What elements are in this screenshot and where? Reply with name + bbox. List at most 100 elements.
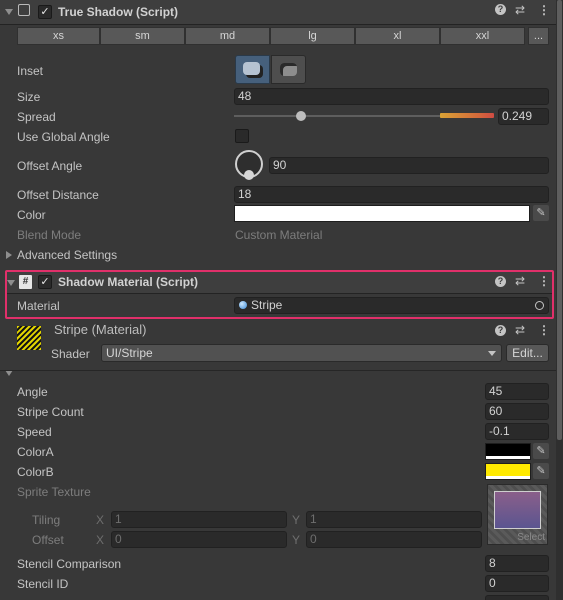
dropdown-arrow-icon (488, 351, 496, 356)
material-object-field[interactable]: Stripe (234, 297, 549, 314)
colorA-swatch[interactable] (485, 443, 531, 460)
speed-label: Speed (17, 425, 52, 439)
blend-mode-label: Blend Mode (17, 228, 82, 242)
preset-icon[interactable]: ⇄ (515, 274, 525, 288)
blend-mode-value: Custom Material (235, 228, 323, 242)
material-preview-thumbnail (17, 326, 41, 350)
material-sphere-icon (239, 301, 247, 309)
tiling-y-label: Y (292, 513, 301, 527)
use-global-angle-checkbox[interactable] (235, 129, 249, 143)
spread-label: Spread (17, 110, 56, 124)
help-icon[interactable]: ? (495, 325, 506, 336)
texture-select-button[interactable]: Select (517, 532, 545, 543)
texture-preview-icon (494, 491, 541, 529)
preset-icon[interactable]: ⇄ (515, 323, 525, 337)
context-menu-icon[interactable]: ⋮ (538, 274, 550, 288)
preset-md-button[interactable]: md (185, 27, 270, 45)
shader-label: Shader (51, 347, 90, 361)
offset-y-field[interactable]: 0 (306, 531, 482, 548)
stencil-id-label: Stencil ID (17, 577, 69, 591)
offset-y-label: Y (292, 533, 301, 547)
color-label: Color (17, 208, 46, 222)
eyedropper-icon[interactable]: ✎ (533, 205, 549, 221)
eyedropper-icon[interactable]: ✎ (533, 443, 549, 459)
size-label: Size (17, 90, 41, 104)
material-value: Stripe (251, 298, 283, 312)
angle-field[interactable]: 45 (485, 383, 549, 400)
stripe-count-label: Stripe Count (17, 405, 84, 419)
help-icon[interactable]: ? (495, 4, 506, 15)
inset-off-toggle[interactable] (235, 55, 270, 84)
shadow-material-enabled-checkbox[interactable]: ✓ (38, 275, 52, 289)
stripe-count-field[interactable]: 60 (485, 403, 549, 420)
context-menu-icon[interactable]: ⋮ (538, 3, 550, 17)
spread-field[interactable]: 0.249 (498, 108, 549, 125)
preset-xs-button[interactable]: xs (17, 27, 100, 45)
foldout-arrow-icon[interactable] (5, 9, 13, 15)
alpha-bar (486, 456, 530, 459)
spread-slider-overflow-bar (440, 113, 494, 118)
sprite-texture-slot[interactable]: Select (487, 484, 548, 545)
tiling-label: Tiling (32, 513, 61, 527)
spread-slider-handle[interactable] (296, 111, 306, 121)
foldout-arrow-icon[interactable] (7, 280, 15, 286)
offset-angle-label: Offset Angle (17, 159, 83, 173)
angle-dial-knob-icon (244, 170, 254, 180)
colorB-swatch[interactable] (485, 463, 531, 480)
size-field[interactable]: 48 (234, 88, 549, 105)
true-shadow-enabled-checkbox[interactable]: ✓ (38, 5, 52, 19)
material-label: Material (17, 299, 60, 313)
offset-x-label: X (96, 533, 105, 547)
color-swatch[interactable] (234, 205, 530, 222)
advanced-settings-arrow-icon[interactable] (6, 251, 12, 259)
shader-value: UI/Stripe (106, 346, 153, 360)
colorA-label: ColorA (17, 445, 54, 459)
offset-label: Offset (32, 533, 64, 547)
tiling-y-field[interactable]: 1 (306, 511, 482, 528)
edit-shader-button[interactable]: Edit... (506, 344, 549, 362)
outer-shadow-icon (243, 62, 260, 75)
context-menu-icon[interactable]: ⋮ (538, 323, 550, 337)
offset-distance-label: Offset Distance (17, 188, 99, 202)
inset-on-toggle[interactable] (271, 55, 306, 84)
preset-sm-button[interactable]: sm (100, 27, 185, 45)
tiling-x-field[interactable]: 1 (111, 511, 287, 528)
stencil-id-field[interactable]: 0 (485, 575, 549, 592)
object-picker-icon[interactable] (535, 301, 544, 310)
tiling-x-label: X (96, 513, 105, 527)
offset-x-field[interactable]: 0 (111, 531, 287, 548)
angle-dial[interactable] (235, 150, 263, 180)
next-field-partial[interactable] (485, 595, 549, 600)
colorB-label: ColorB (17, 465, 54, 479)
material-title: Stripe (Material) (54, 322, 147, 337)
preset-xl-button[interactable]: xl (355, 27, 440, 45)
advanced-settings-foldout[interactable]: Advanced Settings (17, 248, 117, 262)
scrollbar-thumb[interactable] (557, 0, 562, 440)
inspector-scrollbar[interactable] (556, 0, 563, 600)
offset-distance-field[interactable]: 18 (234, 186, 549, 203)
divider (0, 370, 556, 371)
shadow-material-header[interactable]: # ✓ Shadow Material (Script) ? ⇄ ⋮ (7, 272, 552, 294)
alpha-bar (486, 476, 530, 479)
use-global-angle-label: Use Global Angle (17, 130, 110, 144)
stencil-comparison-label: Stencil Comparison (17, 557, 122, 571)
offset-angle-field[interactable]: 90 (269, 157, 549, 174)
eyedropper-icon[interactable]: ✎ (533, 463, 549, 479)
true-shadow-header[interactable]: ✓ True Shadow (Script) ? ⇄ ⋮ (0, 0, 556, 25)
angle-label: Angle (17, 385, 48, 399)
inset-label: Inset (17, 64, 44, 78)
component-title: Shadow Material (Script) (58, 275, 199, 289)
component-title: True Shadow (Script) (58, 5, 179, 19)
shader-dropdown[interactable]: UI/Stripe (101, 344, 502, 362)
preset-more-button[interactable]: ... (528, 27, 549, 45)
sprite-texture-label: Sprite Texture (17, 485, 91, 499)
stencil-comparison-field[interactable]: 8 (485, 555, 549, 572)
csharp-script-icon: # (19, 275, 32, 289)
preset-lg-button[interactable]: lg (270, 27, 355, 45)
preset-xxl-button[interactable]: xxl (440, 27, 525, 45)
script-icon (18, 4, 30, 16)
speed-field[interactable]: -0.1 (485, 423, 549, 440)
inner-shadow-icon (280, 63, 297, 76)
help-icon[interactable]: ? (495, 276, 506, 287)
preset-icon[interactable]: ⇄ (515, 3, 525, 17)
